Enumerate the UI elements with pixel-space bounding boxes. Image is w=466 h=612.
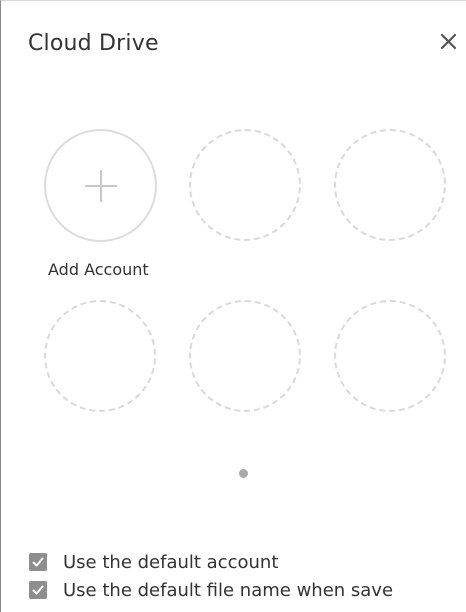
empty-account-slot <box>189 300 301 412</box>
default-account-checkbox[interactable] <box>29 553 47 571</box>
check-icon <box>32 557 44 567</box>
option-default-account[interactable]: Use the default account <box>29 551 278 573</box>
add-account-label: Add Account <box>48 260 149 279</box>
page-indicator-dot[interactable] <box>239 469 248 478</box>
empty-account-slot <box>334 129 446 241</box>
default-account-label: Use the default account <box>63 551 279 573</box>
plus-icon <box>84 169 117 202</box>
close-icon <box>440 33 457 50</box>
option-default-file-name[interactable]: Use the default file name when save <box>29 579 393 601</box>
cloud-drive-dialog: Cloud Drive Add Account Use the default … <box>0 0 466 612</box>
empty-account-slot <box>189 129 301 241</box>
dialog-title: Cloud Drive <box>28 31 159 56</box>
default-file-name-checkbox[interactable] <box>29 581 47 599</box>
check-icon <box>32 585 44 595</box>
default-file-name-label: Use the default file name when save <box>63 579 394 601</box>
empty-account-slot <box>334 300 446 412</box>
empty-account-slot <box>44 300 156 412</box>
add-account-button[interactable] <box>44 129 157 242</box>
close-button[interactable] <box>433 27 463 57</box>
